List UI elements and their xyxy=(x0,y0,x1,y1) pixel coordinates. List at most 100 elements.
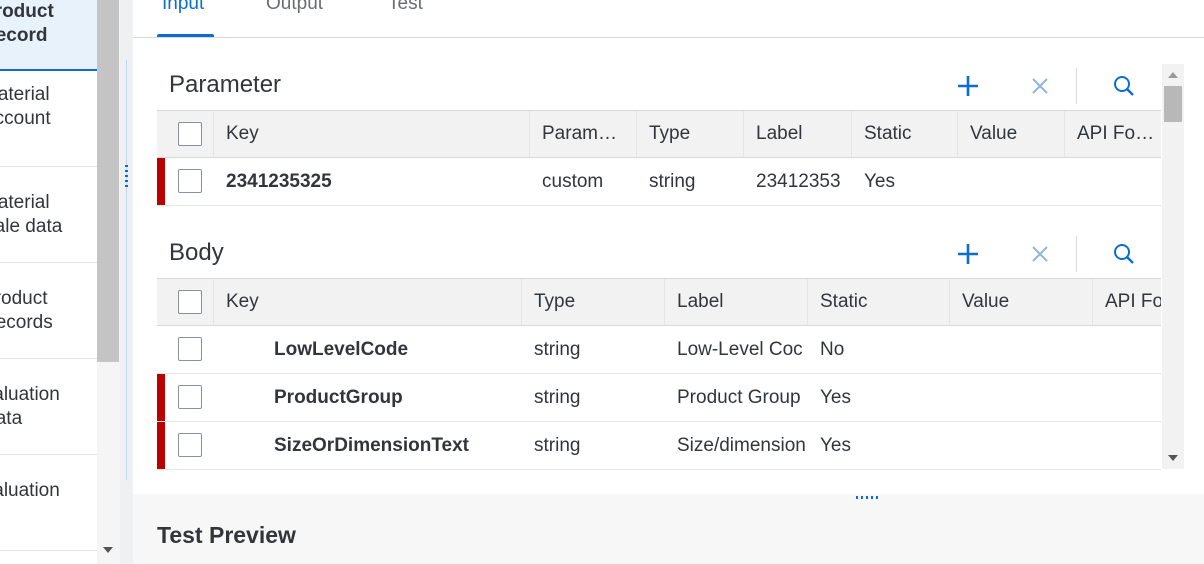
table-row[interactable]: 2341235325 custom string 23412353 Yes xyxy=(157,158,1161,206)
column-header-key[interactable]: Key xyxy=(214,111,530,157)
nav-item-label: Account xyxy=(0,108,51,129)
cell-static: Yes xyxy=(820,387,851,408)
cell-type: string xyxy=(649,171,696,192)
nav-item-material-account[interactable]: Material Account xyxy=(0,71,97,167)
nav-item-valuation-data[interactable]: Valuation Data xyxy=(0,359,97,455)
select-all-cell xyxy=(157,279,214,325)
test-preview-panel: Test Preview xyxy=(133,500,1204,564)
cell-label: Product Group xyxy=(677,387,801,408)
tab-test[interactable]: Test xyxy=(388,0,423,15)
nav-item-product-records[interactable]: Product Records xyxy=(0,263,97,359)
cell-static: No xyxy=(820,339,845,360)
cell-value xyxy=(950,374,1093,421)
cell-label: Low-Level Coc xyxy=(677,339,803,360)
table-row[interactable]: ProductGroup string Product Group Yes xyxy=(157,374,1161,422)
active-tab-indicator xyxy=(157,34,214,37)
cell-api-format xyxy=(1093,422,1161,469)
body-search-button[interactable] xyxy=(1110,240,1138,268)
cell-type: string xyxy=(534,435,581,456)
error-indicator xyxy=(157,374,165,421)
table-row[interactable]: LowLevelCode string Low-Level Coc No xyxy=(157,326,1161,374)
splitter-line xyxy=(126,60,127,480)
cell-api-format xyxy=(1093,326,1161,373)
body-table: Key Type Label Static Value API Fo LowLe… xyxy=(157,278,1161,470)
cell-key: ProductGroup xyxy=(274,387,403,408)
cell-key: SizeOrDimensionText xyxy=(274,435,469,456)
row-checkbox[interactable] xyxy=(178,169,202,193)
body-add-button[interactable] xyxy=(954,240,982,268)
parameter-search-button[interactable] xyxy=(1110,72,1138,100)
splitter-grip-icon[interactable] xyxy=(125,165,128,187)
search-icon xyxy=(1114,244,1134,264)
vertical-splitter[interactable] xyxy=(120,0,133,564)
left-nav: Product Record Material Account Material… xyxy=(0,0,97,564)
row-checkbox[interactable] xyxy=(178,433,202,457)
parameter-add-button[interactable] xyxy=(954,72,982,100)
cell-label: Size/dimension xyxy=(677,435,806,456)
nav-item-material-sale-data[interactable]: Material Sale data xyxy=(0,167,97,263)
cell-static: Yes xyxy=(820,435,851,456)
select-all-checkbox[interactable] xyxy=(178,122,202,146)
nav-item-label: Product xyxy=(0,288,48,309)
cell-type: string xyxy=(534,339,581,360)
table-header-row: Key Param… Type Label Static Value API F… xyxy=(157,110,1161,158)
toolbar-separator xyxy=(1076,236,1077,272)
column-header-value[interactable]: Value xyxy=(958,111,1065,157)
column-header-api-format[interactable]: API Fo… xyxy=(1065,111,1161,157)
nav-item-label: Valuation xyxy=(0,384,60,405)
cell-type: string xyxy=(534,387,581,408)
nav-item-label: Data xyxy=(0,408,23,429)
scroll-down-icon[interactable] xyxy=(1168,455,1178,461)
body-section-title: Body xyxy=(169,239,224,266)
row-checkbox[interactable] xyxy=(178,385,202,409)
cell-value xyxy=(958,158,1065,205)
nav-item-label: Valuation xyxy=(0,480,60,501)
column-header-type[interactable]: Type xyxy=(637,111,744,157)
app-root: Product Record Material Account Material… xyxy=(0,0,1204,564)
table-row[interactable]: SizeOrDimensionText string Size/dimensio… xyxy=(157,422,1161,470)
cell-value xyxy=(950,326,1093,373)
scroll-down-icon[interactable] xyxy=(103,547,113,553)
toolbar-separator xyxy=(1076,68,1077,104)
content-scrollbar[interactable] xyxy=(1162,64,1184,469)
column-header-key[interactable]: Key xyxy=(214,279,522,325)
nav-scrollbar-thumb[interactable] xyxy=(97,0,119,362)
body-delete-button[interactable] xyxy=(1026,240,1054,268)
tab-output[interactable]: Output xyxy=(266,0,323,15)
main-panel: Input Output Test Parameter Key Param… T… xyxy=(133,0,1204,494)
column-header-label[interactable]: Label xyxy=(744,111,852,157)
nav-item-label: Material xyxy=(0,84,50,105)
row-checkbox[interactable] xyxy=(178,337,202,361)
nav-scrollbar[interactable] xyxy=(97,0,120,564)
error-indicator xyxy=(157,422,165,469)
cell-static: Yes xyxy=(864,171,895,192)
error-indicator xyxy=(157,158,165,205)
close-icon xyxy=(1032,78,1048,94)
nav-item-label: Sale data xyxy=(0,216,63,237)
cell-api-format xyxy=(1065,158,1161,205)
plus-icon xyxy=(958,76,978,96)
tab-bar: Input Output Test xyxy=(133,0,1204,38)
parameter-delete-button[interactable] xyxy=(1026,72,1054,100)
column-header-api-format[interactable]: API Fo xyxy=(1093,279,1161,325)
cell-key: LowLevelCode xyxy=(274,339,409,360)
table-header-row: Key Type Label Static Value API Fo xyxy=(157,278,1161,326)
column-header-static[interactable]: Static xyxy=(852,111,958,157)
cell-key: 2341235325 xyxy=(226,171,332,192)
select-all-checkbox[interactable] xyxy=(178,290,202,314)
nav-item-valuation[interactable]: Valuation xyxy=(0,455,97,551)
content-scrollbar-thumb[interactable] xyxy=(1164,86,1182,122)
scroll-up-icon[interactable] xyxy=(1168,72,1178,78)
tab-input[interactable]: Input xyxy=(162,0,204,15)
column-header-label[interactable]: Label xyxy=(665,279,808,325)
nav-item-label: Records xyxy=(0,312,53,333)
nav-item-label: Record xyxy=(0,25,48,46)
nav-item-label: Product xyxy=(0,1,54,22)
cell-api-format xyxy=(1093,374,1161,421)
horizontal-splitter-grip-icon[interactable] xyxy=(856,496,878,499)
column-header-static[interactable]: Static xyxy=(808,279,950,325)
column-header-param[interactable]: Param… xyxy=(530,111,637,157)
column-header-type[interactable]: Type xyxy=(522,279,665,325)
nav-item-product-record[interactable]: Product Record xyxy=(0,0,97,71)
column-header-value[interactable]: Value xyxy=(950,279,1093,325)
